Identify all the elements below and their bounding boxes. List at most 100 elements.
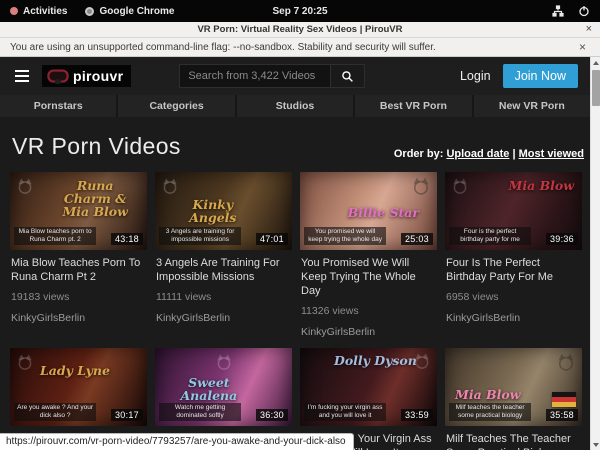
studio-cat-mask-icon — [556, 352, 576, 372]
view-count: 11111 views — [156, 291, 290, 303]
thumb-caption: 3 Angels are training for impossible mis… — [159, 227, 241, 245]
studio-link[interactable]: KinkyGirlsBerlin — [156, 312, 290, 324]
power-icon[interactable] — [578, 5, 590, 17]
studio-cat-mask-icon — [215, 353, 233, 371]
studio-link[interactable]: KinkyGirlsBerlin — [446, 312, 580, 324]
video-card: Mia Blow Four is the perfect birthday pa… — [445, 172, 582, 338]
video-thumbnail[interactable]: Dolly Dyson I'm fucking your virgin ass … — [300, 348, 437, 426]
menu-hamburger-icon[interactable] — [12, 67, 32, 85]
logo-text: pirouvr — [73, 68, 123, 84]
warning-infobar: You are using an unsupported command-lin… — [0, 38, 600, 57]
video-card: Mia Blow Milf teaches the teacher some p… — [445, 348, 582, 450]
scroll-up-arrow-icon[interactable] — [591, 57, 600, 68]
duration-badge: 36:30 — [256, 409, 288, 421]
screen: Activities Google Chrome Sep 7 20:25 — [0, 0, 600, 450]
thumb-overlay-title: Runa Charm & Mia Blow — [51, 179, 139, 218]
order-by-label: Order by: — [394, 148, 444, 160]
thumb-overlay-title: Sweet Analena — [165, 376, 253, 402]
studio-cat-mask-icon — [451, 177, 469, 195]
studio-cat-mask-icon — [161, 177, 179, 195]
thumb-overlay-title: Mia Blow — [455, 388, 520, 401]
studio-link[interactable]: KinkyGirlsBerlin — [301, 326, 435, 338]
duration-badge: 35:58 — [546, 409, 578, 421]
window-close-icon[interactable]: × — [586, 23, 592, 35]
view-count: 19183 views — [11, 291, 145, 303]
view-count: 11326 views — [301, 305, 435, 317]
thumb-caption: You promised we will keep trying the who… — [304, 227, 386, 245]
thumb-caption: I'm fucking your virgin ass and you will… — [304, 403, 386, 421]
main-nav: Pornstars Categories Studios Best VR Por… — [0, 95, 590, 117]
browser-title-bar: VR Porn: Virtual Reality Sex Videos | Pi… — [0, 22, 600, 38]
video-thumbnail[interactable]: Mia Blow Four is the perfect birthday pa… — [445, 172, 582, 250]
video-card: Kinky Angels 3 Angels are training for i… — [155, 172, 292, 338]
order-upload-date-link[interactable]: Upload date — [446, 148, 509, 160]
nav-item-best-vr-porn[interactable]: Best VR Porn — [355, 95, 471, 117]
site-header: pirouvr Login Join Now — [0, 57, 590, 95]
video-title-link[interactable]: Mia Blow Teaches Porn To Runa Charm Pt 2 — [11, 256, 145, 284]
view-count: 6958 views — [446, 291, 580, 303]
nav-item-studios[interactable]: Studios — [237, 95, 353, 117]
studio-cat-mask-icon — [411, 176, 431, 196]
thumb-caption: Mia Blow teaches porn to Runa Charm pt. … — [14, 227, 96, 245]
nav-item-pornstars[interactable]: Pornstars — [0, 95, 116, 117]
duration-badge: 39:36 — [546, 233, 578, 245]
video-thumbnail[interactable]: Lady Lyne Are you awake ? And your dick … — [10, 348, 147, 426]
network-icon[interactable] — [552, 5, 564, 17]
thumb-overlay-title: Lady Lyne — [40, 364, 110, 377]
thumb-caption: Are you awake ? And your dick also ? — [14, 403, 96, 421]
page-title: VR Porn Videos — [12, 133, 181, 160]
studio-cat-mask-icon — [413, 352, 431, 370]
search-bar — [179, 64, 365, 88]
thumb-overlay-title: Mia Blow — [509, 179, 574, 192]
thumb-overlay-title: Dolly Dyson — [334, 354, 417, 367]
thumb-overlay-title: Kinky Angels — [169, 198, 257, 224]
vr-goggles-icon — [47, 69, 69, 84]
duration-badge: 30:17 — [111, 409, 143, 421]
status-url-tooltip: https://pirouvr.com/vr-porn-video/779325… — [0, 433, 354, 450]
video-thumbnail[interactable]: Sweet Analena Watch me getting dominated… — [155, 348, 292, 426]
activities-icon — [10, 7, 18, 15]
video-card: Billie Star You promised we will keep tr… — [300, 172, 437, 338]
tab-title: VR Porn: Virtual Reality Sex Videos | Pi… — [0, 24, 600, 35]
scrollbar-thumb[interactable] — [592, 70, 600, 106]
duration-badge: 25:03 — [401, 233, 433, 245]
thumb-caption: Watch me getting dominated softly — [159, 403, 241, 421]
video-title-link[interactable]: Four Is The Perfect Birthday Party For M… — [446, 256, 580, 284]
thumb-caption: Four is the perfect birthday party for m… — [449, 227, 531, 245]
studio-link[interactable]: KinkyGirlsBerlin — [11, 312, 145, 324]
duration-badge: 33:59 — [401, 409, 433, 421]
duration-badge: 43:18 — [111, 233, 143, 245]
nav-item-categories[interactable]: Categories — [118, 95, 234, 117]
activities-label: Activities — [23, 6, 67, 17]
search-icon — [341, 70, 354, 83]
join-now-button[interactable]: Join Now — [503, 64, 578, 88]
page-content: pirouvr Login Join Now Pornstars Categor… — [0, 57, 590, 450]
order-most-viewed-link[interactable]: Most viewed — [519, 148, 584, 160]
search-button[interactable] — [331, 64, 365, 88]
chrome-app-menu[interactable]: Google Chrome — [85, 6, 174, 17]
vertical-scrollbar[interactable] — [590, 57, 600, 450]
activities-button[interactable]: Activities — [10, 6, 67, 17]
video-thumbnail[interactable]: Billie Star You promised we will keep tr… — [300, 172, 437, 250]
thumb-caption: Milf teaches the teacher some practical … — [449, 403, 531, 421]
video-thumbnail[interactable]: Kinky Angels 3 Angels are training for i… — [155, 172, 292, 250]
video-thumbnail[interactable]: Runa Charm & Mia Blow Mia Blow teaches p… — [10, 172, 147, 250]
studio-cat-mask-icon — [16, 353, 34, 371]
video-thumbnail[interactable]: Mia Blow Milf teaches the teacher some p… — [445, 348, 582, 426]
studio-cat-mask-icon — [16, 177, 34, 195]
video-card: Runa Charm & Mia Blow Mia Blow teaches p… — [10, 172, 147, 338]
login-link[interactable]: Login — [460, 69, 491, 83]
warning-close-icon[interactable]: × — [579, 40, 590, 54]
nav-item-new-vr-porn[interactable]: New VR Porn — [474, 95, 590, 117]
search-input[interactable] — [179, 64, 331, 88]
scroll-down-arrow-icon[interactable] — [591, 439, 600, 450]
order-by: Order by: Upload date | Most viewed — [394, 148, 584, 160]
video-title-link[interactable]: 3 Angels Are Training For Impossible Mis… — [156, 256, 290, 284]
warning-text: You are using an unsupported command-lin… — [10, 42, 436, 53]
video-grid: Runa Charm & Mia Blow Mia Blow teaches p… — [0, 172, 590, 450]
system-top-bar: Activities Google Chrome Sep 7 20:25 — [0, 0, 600, 22]
duration-badge: 47:01 — [256, 233, 288, 245]
video-title-link[interactable]: You Promised We Will Keep Trying The Who… — [301, 256, 435, 298]
video-title-link[interactable]: Milf Teaches The Teacher Some Practical … — [446, 432, 580, 450]
site-logo[interactable]: pirouvr — [42, 65, 131, 87]
